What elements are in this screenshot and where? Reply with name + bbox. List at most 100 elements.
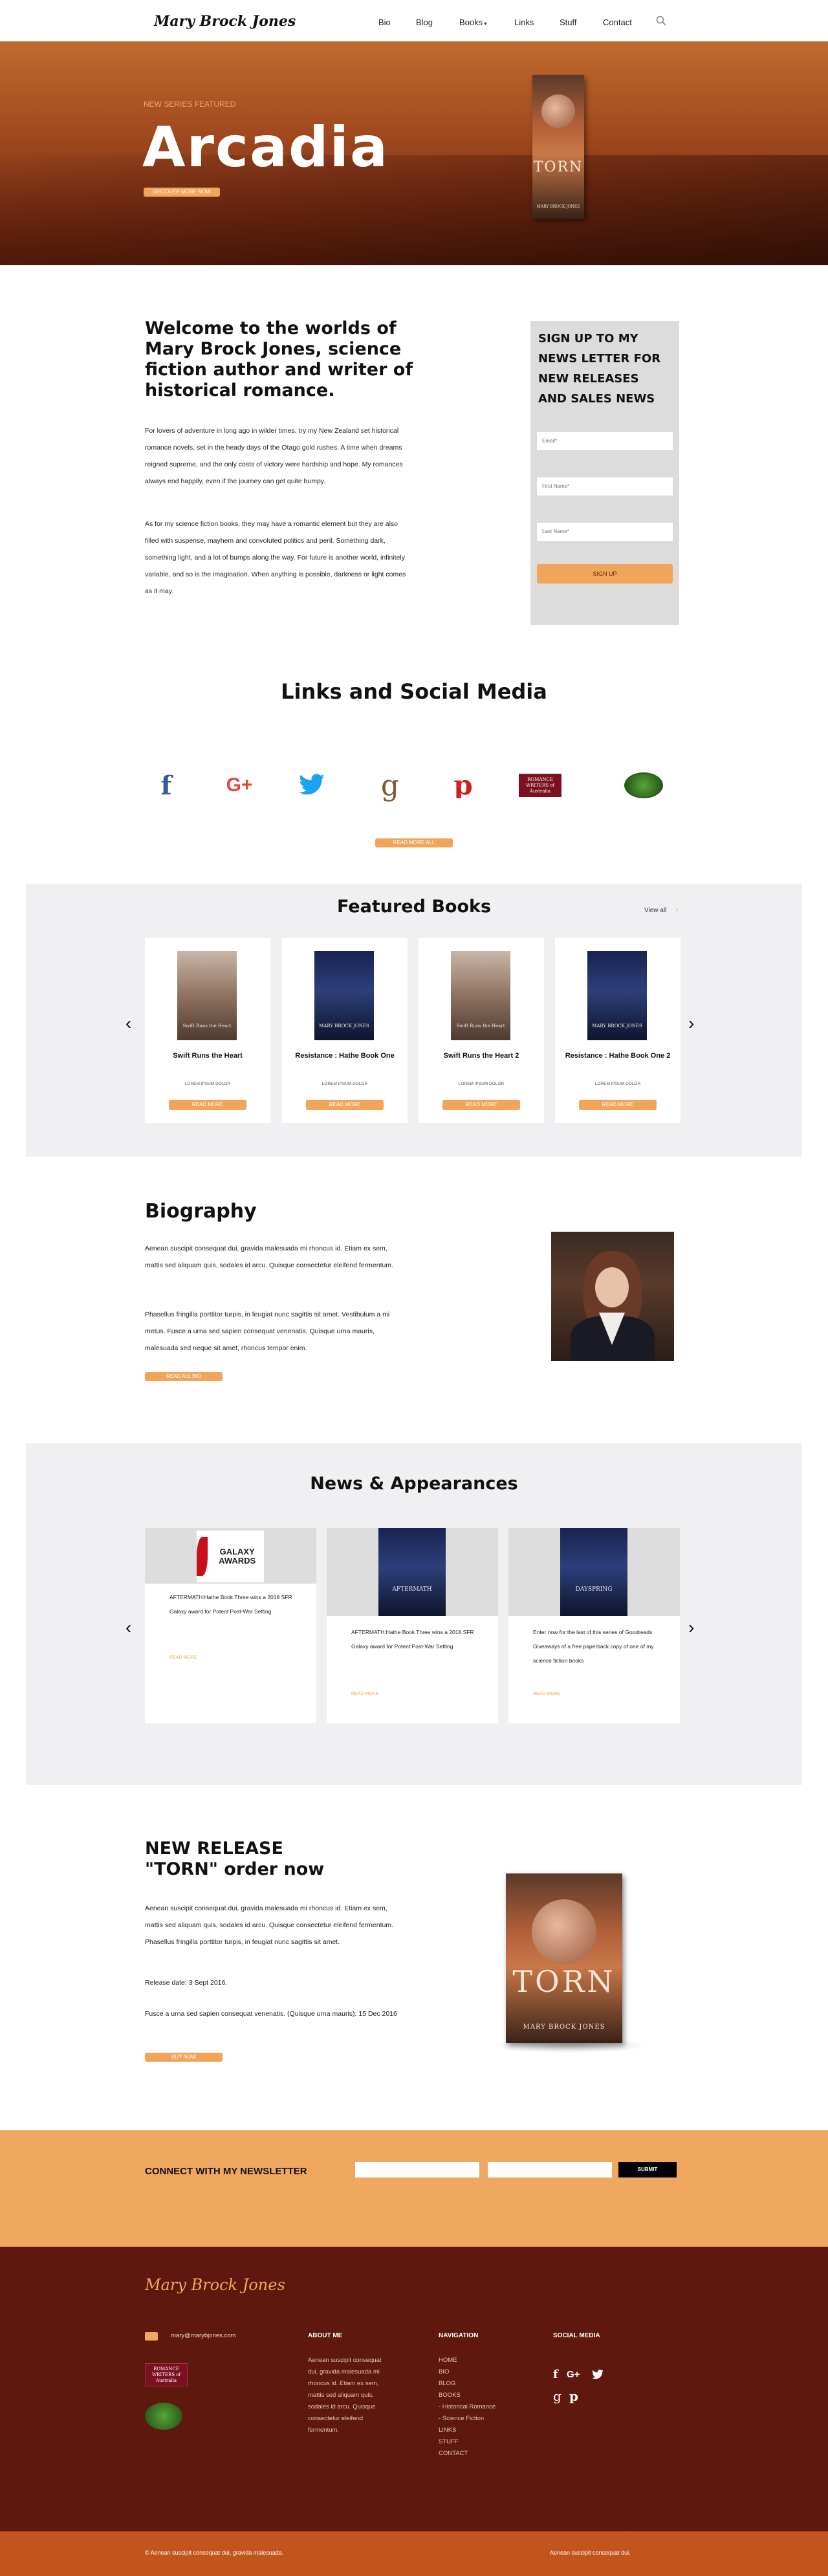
hero-book-title: TORN (533, 159, 583, 175)
footer-social-heading: SOCIAL MEDIA (553, 2332, 600, 2339)
signup-last-name-input[interactable] (537, 523, 673, 541)
goodreads-icon[interactable]: g (371, 766, 409, 805)
featured-view-all-link[interactable]: View all › (644, 904, 679, 914)
footer-nav-item[interactable]: BLOG (439, 2378, 496, 2390)
nav-books[interactable]: Books ▾ (459, 17, 486, 27)
book-card-title[interactable]: Swift Runs the Heart 2 (419, 1052, 544, 1060)
hero-book-author: MARY BROCK JONES (536, 204, 580, 209)
news-card-read-more-link[interactable]: READ MORE (351, 1692, 378, 1696)
news-card[interactable]: GALAXY AWARDS AFTERMATH:Hathe Book Three… (145, 1528, 316, 1723)
featured-prev-arrow[interactable]: ‹ (125, 1013, 131, 1034)
book-cover-text: MARY BROCK JONES (319, 1023, 369, 1029)
connect-name-input[interactable] (488, 2162, 612, 2178)
hero-book-cover[interactable]: TORN MARY BROCK JONES (532, 75, 584, 219)
nav-bio[interactable]: Bio (378, 17, 391, 27)
featured-next-arrow[interactable]: › (688, 1013, 694, 1034)
signup-first-name-input[interactable] (537, 477, 673, 496)
book-cover-image[interactable]: MARY BROCK JONES (587, 951, 647, 1040)
site-logo[interactable]: Mary Brock Jones (154, 13, 296, 30)
connect-submit-button[interactable]: SUBMIT (618, 2162, 677, 2178)
news-next-arrow[interactable]: › (688, 1617, 694, 1638)
footer-award-seal-icon[interactable] (145, 2403, 182, 2430)
footer-bottom-right-text: Aenean suscipit consequat dui. (550, 2549, 631, 2556)
news-card-text: AFTERMATH:Hathe Book Three wins a 2018 S… (169, 1594, 292, 1615)
news-card-image[interactable]: GALAXY AWARDS (145, 1528, 316, 1584)
news-card-read-more-link[interactable]: READ MORE (533, 1692, 560, 1696)
google-plus-icon[interactable]: G+ (220, 766, 259, 805)
footer-nav-list: HOME BIO BLOG BOOKS - Historical Romance - Sc… (439, 2355, 496, 2460)
book-card-read-more-button[interactable]: READ MORE (169, 1100, 246, 1110)
footer-facebook-icon[interactable]: f (553, 2368, 558, 2381)
book-cover-image[interactable]: Swift Runs the Heart (451, 951, 510, 1040)
nav-contact[interactable]: Contact (603, 17, 632, 27)
welcome-paragraph-2: As for my science fiction books, they ma… (145, 520, 406, 595)
book-card-subtitle: LOREM IPSUM DOLOR (594, 1082, 641, 1086)
site-header (0, 0, 828, 41)
footer-nav-item[interactable]: HOME (439, 2355, 496, 2366)
award-swoosh-icon (197, 1537, 208, 1576)
connect-section (0, 2130, 828, 2247)
book-card-title[interactable]: Resistance : Hathe Book One (282, 1052, 408, 1060)
signup-email-input[interactable] (537, 432, 673, 450)
award-seal-icon[interactable] (624, 766, 663, 805)
book-cover-image[interactable]: MARY BROCK JONES (314, 951, 374, 1040)
hero-discover-button[interactable]: DISCOVER MORE NOW (144, 188, 220, 197)
news-card[interactable]: AFTERMATH AFTERMATH:Hathe Book Three win… (327, 1528, 498, 1723)
search-icon[interactable] (656, 16, 666, 29)
book-cover-image[interactable]: Swift Runs the Heart (177, 951, 237, 1040)
footer-copyright: © Aenean suscipit consequat dui, gravida… (145, 2549, 284, 2556)
bio-paragraph-2: Phasellus fringilla porttitor turpis, in… (145, 1311, 390, 1352)
footer-nav-item[interactable]: BOOKS (439, 2390, 496, 2401)
nav-links[interactable]: Links (514, 17, 534, 27)
connect-email-input[interactable] (355, 2162, 479, 2178)
signup-button[interactable]: SIGN UP (537, 564, 673, 584)
featured-book-card[interactable]: Swift Runs the Heart Swift Runs the Hear… (145, 938, 270, 1123)
pinterest-icon[interactable]: p (444, 766, 483, 805)
footer-pinterest-icon[interactable]: p (569, 2388, 578, 2404)
release-title-line-1: NEW RELEASE (145, 1839, 283, 1859)
footer-rwa-logo[interactable]: ROMANCE WRITERS of Australia (145, 2363, 188, 2386)
view-all-label: View all (644, 907, 667, 914)
nav-stuff[interactable]: Stuff (560, 17, 577, 27)
footer-nav-item[interactable]: LINKS (439, 2425, 496, 2436)
footer-nav-item[interactable]: - Historical Romance (439, 2401, 496, 2413)
footer-google-plus-icon[interactable]: G+ (567, 2369, 580, 2380)
footer-nav-item[interactable]: BIO (439, 2366, 496, 2378)
release-buy-button[interactable]: BUY NOW (145, 2053, 223, 2062)
news-card[interactable]: DAYSPRING Enter now for the last of this… (508, 1528, 680, 1723)
welcome-title: Welcome to the worlds of Mary Brock Jone… (145, 318, 413, 400)
book-card-read-more-button[interactable]: READ MORE (579, 1100, 657, 1110)
book-card-title[interactable]: Swift Runs the Heart (145, 1052, 270, 1060)
book-card-read-more-button[interactable]: READ MORE (442, 1100, 520, 1110)
twitter-icon[interactable] (292, 766, 331, 805)
social-read-more-button[interactable]: READ MORE ALL (375, 838, 453, 847)
book-card-subtitle: LOREM IPSUM DOLOR (321, 1082, 368, 1086)
featured-book-card[interactable]: Swift Runs the Heart Swift Runs the Hear… (419, 938, 544, 1123)
news-card-image[interactable]: DAYSPRING (508, 1528, 680, 1616)
featured-section (26, 884, 802, 1157)
bio-read-all-button[interactable]: READ ALL BIO (145, 1372, 223, 1381)
footer-twitter-icon[interactable] (591, 2370, 604, 2383)
nav-blog[interactable]: Blog (416, 17, 433, 27)
featured-book-card[interactable]: MARY BROCK JONES Resistance : Hathe Book… (555, 938, 681, 1123)
footer-logo[interactable]: Mary Brock Jones (145, 2276, 285, 2294)
release-book-cover[interactable]: TORN MARY BROCK JONES (506, 1873, 622, 2043)
footer-nav-item[interactable]: STUFF (439, 2436, 496, 2448)
footer-about-heading: ABOUT ME (308, 2332, 343, 2339)
featured-book-card[interactable]: MARY BROCK JONES Resistance : Hathe Book… (282, 938, 408, 1123)
facebook-icon[interactable]: f (147, 766, 186, 805)
news-card-read-more-link[interactable]: READ MORE (169, 1655, 197, 1660)
news-card-image[interactable]: AFTERMATH (327, 1528, 498, 1616)
footer-about-text: Aenean suscipit consequat dui, gravida m… (308, 2357, 382, 2434)
footer-nav-item[interactable]: - Science Fiction (439, 2413, 496, 2425)
nav-books-label: Books (459, 17, 483, 27)
book-card-read-more-button[interactable]: READ MORE (306, 1100, 384, 1110)
news-card-text: Enter now for the last of this series of… (533, 1629, 654, 1664)
news-image-text: DAYSPRING (575, 1586, 613, 1593)
romance-writers-logo-icon[interactable]: ROMANCE WRITERS of Australia (518, 766, 563, 805)
footer-nav-item[interactable]: CONTACT (439, 2448, 496, 2460)
book-card-title[interactable]: Resistance : Hathe Book One 2 (555, 1052, 681, 1060)
footer-goodreads-icon[interactable]: g (553, 2388, 561, 2404)
footer-email[interactable]: mary@marybjones.com (171, 2332, 235, 2339)
news-prev-arrow[interactable]: ‹ (125, 1617, 131, 1638)
